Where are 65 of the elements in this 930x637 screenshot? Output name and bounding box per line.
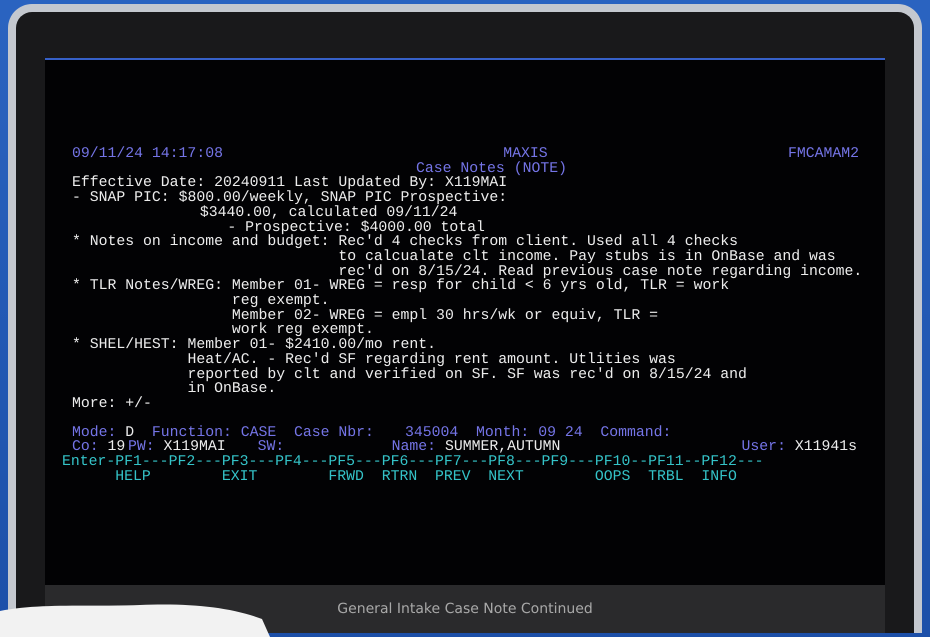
function-key[interactable]: PF5--- [328, 455, 382, 470]
field-label: Function: [152, 426, 232, 440]
field-value: CASE [240, 426, 276, 440]
function-key[interactable]: PF2--- [168, 455, 222, 470]
function-key[interactable]: PF6--- [382, 455, 435, 470]
note-label: - SNAP PIC: [72, 191, 170, 208]
note-text: $800.00/weekly, SNAP PIC Prospective: [178, 191, 508, 206]
note-text: Member 02- WREG = empl 30 hrs/wk or equiv, TLR = [232, 308, 658, 324]
field-label: Mode: [72, 426, 116, 440]
function-key[interactable]: PF1--- [115, 455, 169, 470]
field-label: Command: [600, 426, 672, 440]
function-key-action: INFO [701, 470, 737, 484]
field-label: Case Nbr: [294, 426, 374, 440]
note-text: work reg exempt. [232, 323, 374, 338]
note-text: Member 01- $2410.00/mo rent. [187, 338, 436, 353]
field-value: SUMMER,AUTUMN [444, 440, 560, 456]
effective-date-line: Effective Date: 20240911 Last Updated By: X119MAI [72, 176, 508, 192]
note-text: $3440.00, calculated 09/11/24 [200, 206, 458, 221]
note-text: - Prospective: $4000.00 total [227, 220, 485, 236]
screen-title: Case Notes (NOTE) [416, 162, 567, 176]
function-key[interactable]: PF7--- [434, 455, 488, 470]
field-label: Month: [476, 426, 530, 440]
function-key-action: TRBL [648, 470, 684, 484]
field-label: User: [742, 440, 786, 456]
note-text: reported by clt and verified on SF. SF was rec'd on 8/15/24 and [187, 368, 747, 382]
function-key-action: RTRN [382, 470, 418, 484]
note-text: reg exempt. [232, 294, 330, 309]
note-text: rec'd on 8/15/24. Read previous case note regarding income. [338, 264, 862, 280]
note-text: in OnBase. [187, 382, 276, 397]
function-key[interactable]: PF9--- [542, 455, 595, 470]
field-value: 345004 [405, 426, 458, 440]
field-value: 09 24 [538, 426, 583, 440]
function-key[interactable]: PF10-- [594, 455, 648, 470]
field-value: D [125, 426, 134, 440]
note-text: Member 01- WREG = resp for child < 6 yrs old, TLR = work [232, 279, 730, 294]
field-value: X11941s [794, 440, 857, 456]
caption-text: General Intake Case Note Continued [337, 601, 593, 617]
more-indicator: More: +/- [72, 396, 152, 412]
function-key[interactable]: PF12--- [701, 455, 764, 470]
field-value: 19 [108, 440, 126, 456]
field-value: X119MAI [163, 440, 226, 456]
function-key-action: FRWD [328, 470, 364, 484]
function-key-action: OOPS [594, 470, 630, 484]
function-key-action: PREV [434, 470, 470, 484]
note-text: Rec'd 4 checks from client. Used all 4 checks [338, 235, 738, 250]
field-label: Name: [392, 440, 436, 456]
function-key-action: HELP [115, 470, 151, 484]
field-label: SW: [258, 440, 284, 456]
note-label: * SHEL/HEST: [72, 338, 179, 356]
function-key[interactable]: PF4--- [275, 455, 328, 470]
field-label: PW: [128, 440, 155, 456]
function-key[interactable]: PF11-- [648, 455, 702, 470]
function-key-action: EXIT [222, 470, 258, 484]
function-key-action: NEXT [488, 470, 524, 484]
note-text: to calcualate clt income. Pay stubs is in OnBase and was [338, 250, 836, 265]
screen-id: FMCAMAM2 [788, 147, 859, 162]
timestamp: 09/11/24 14:17:08 [72, 147, 223, 162]
function-key[interactable]: PF3--- [222, 455, 276, 470]
function-key[interactable]: Enter- [62, 455, 116, 470]
field-label: Co: [72, 440, 99, 456]
function-key[interactable]: PF8--- [488, 455, 542, 470]
system-name: MAXIS [503, 147, 548, 162]
note-label: * TLR Notes/WREG: [72, 279, 223, 296]
note-label: * Notes on income and budget: [72, 235, 330, 252]
note-text: Heat/AC. - Rec'd SF regarding rent amount. Utlities was [187, 352, 676, 368]
